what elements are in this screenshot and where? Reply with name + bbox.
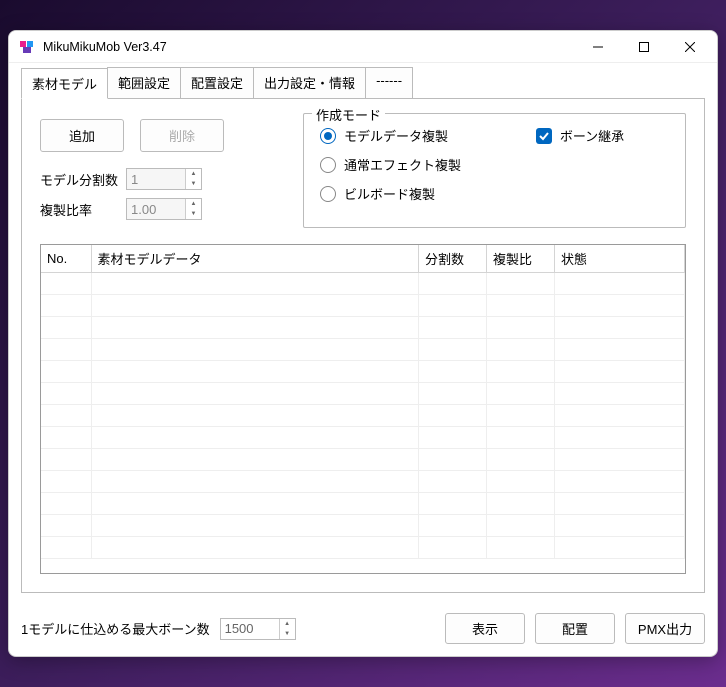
spin-down-icon[interactable]: ▼: [280, 629, 295, 639]
table-header-row: No. 素材モデルデータ 分割数 複製比 状態: [41, 245, 685, 273]
radio-icon: [320, 157, 336, 173]
table-row[interactable]: [41, 405, 685, 427]
tab-material-model[interactable]: 素材モデル: [21, 68, 108, 99]
footer: 1モデルに仕込める最大ボーン数 ▲▼ 表示 配置 PMX出力: [9, 605, 717, 656]
tab-output-setting[interactable]: 出力設定・情報: [253, 67, 366, 98]
table-row[interactable]: [41, 493, 685, 515]
spin-down-icon[interactable]: ▼: [186, 209, 201, 219]
pmx-export-button[interactable]: PMX出力: [625, 613, 705, 644]
group-title: 作成モード: [312, 105, 385, 124]
max-bone-label: 1モデルに仕込める最大ボーン数: [21, 619, 210, 638]
table-row[interactable]: [41, 273, 685, 295]
radio-model-data-dup[interactable]: モデルデータ複製: [320, 126, 506, 145]
col-split[interactable]: 分割数: [419, 245, 487, 273]
tab-strip: 素材モデル 範囲設定 配置設定 出力設定・情報 ------: [21, 67, 705, 98]
tab-placement-setting[interactable]: 配置設定: [180, 67, 254, 98]
table-row[interactable]: [41, 317, 685, 339]
col-status[interactable]: 状態: [555, 245, 685, 273]
content-area: 素材モデル 範囲設定 配置設定 出力設定・情報 ------ 追加 削除 モデル…: [9, 67, 717, 605]
spin-up-icon[interactable]: ▲: [186, 199, 201, 209]
minimize-button[interactable]: [575, 32, 621, 62]
table-row[interactable]: [41, 449, 685, 471]
dup-ratio-spinner[interactable]: ▲▼: [126, 198, 202, 220]
table-row[interactable]: [41, 427, 685, 449]
maximize-button[interactable]: [621, 32, 667, 62]
table-row[interactable]: [41, 295, 685, 317]
display-button[interactable]: 表示: [445, 613, 525, 644]
col-no[interactable]: No.: [41, 245, 91, 273]
check-icon: [536, 128, 552, 144]
creation-mode-group: 作成モード モデルデータ複製 ボーン継承: [303, 113, 686, 228]
table-row[interactable]: [41, 361, 685, 383]
radio-icon: [320, 186, 336, 202]
spin-up-icon[interactable]: ▲: [280, 619, 295, 629]
titlebar: MikuMikuMob Ver3.47: [9, 31, 717, 63]
dup-ratio-input[interactable]: [127, 199, 185, 219]
table-row[interactable]: [41, 339, 685, 361]
window-title: MikuMikuMob Ver3.47: [43, 40, 167, 54]
tab-extra[interactable]: ------: [365, 67, 413, 98]
close-button[interactable]: [667, 32, 713, 62]
split-count-input[interactable]: [127, 169, 185, 189]
checkbox-label: ボーン継承: [560, 126, 624, 145]
split-count-spinner[interactable]: ▲▼: [126, 168, 202, 190]
app-icon: [19, 39, 35, 55]
delete-button[interactable]: 削除: [140, 119, 224, 152]
spin-down-icon[interactable]: ▼: [186, 179, 201, 189]
table-row[interactable]: [41, 537, 685, 559]
radio-billboard-dup[interactable]: ビルボード複製: [320, 184, 506, 203]
split-count-label: モデル分割数: [40, 170, 126, 189]
table-row[interactable]: [41, 515, 685, 537]
radio-label: モデルデータ複製: [344, 126, 448, 145]
col-model-data[interactable]: 素材モデルデータ: [91, 245, 419, 273]
radio-label: 通常エフェクト複製: [344, 155, 461, 174]
tab-range-setting[interactable]: 範囲設定: [107, 67, 181, 98]
app-window: MikuMikuMob Ver3.47 素材モデル 範囲設定 配置設定 出力設定…: [8, 30, 718, 657]
dup-ratio-label: 複製比率: [40, 200, 126, 219]
table-row[interactable]: [41, 383, 685, 405]
max-bone-input[interactable]: [221, 619, 279, 639]
tab-panel: 追加 削除 モデル分割数 ▲▼ 複製比率 ▲▼: [21, 98, 705, 593]
checkbox-bone-inherit[interactable]: ボーン継承: [536, 126, 669, 145]
col-ratio[interactable]: 複製比: [487, 245, 555, 273]
max-bone-spinner[interactable]: ▲▼: [220, 618, 296, 640]
radio-icon: [320, 128, 336, 144]
table-row[interactable]: [41, 471, 685, 493]
spin-up-icon[interactable]: ▲: [186, 169, 201, 179]
place-button[interactable]: 配置: [535, 613, 615, 644]
model-table[interactable]: No. 素材モデルデータ 分割数 複製比 状態: [40, 244, 686, 574]
radio-normal-effect-dup[interactable]: 通常エフェクト複製: [320, 155, 506, 174]
add-button[interactable]: 追加: [40, 119, 124, 152]
radio-label: ビルボード複製: [344, 184, 435, 203]
